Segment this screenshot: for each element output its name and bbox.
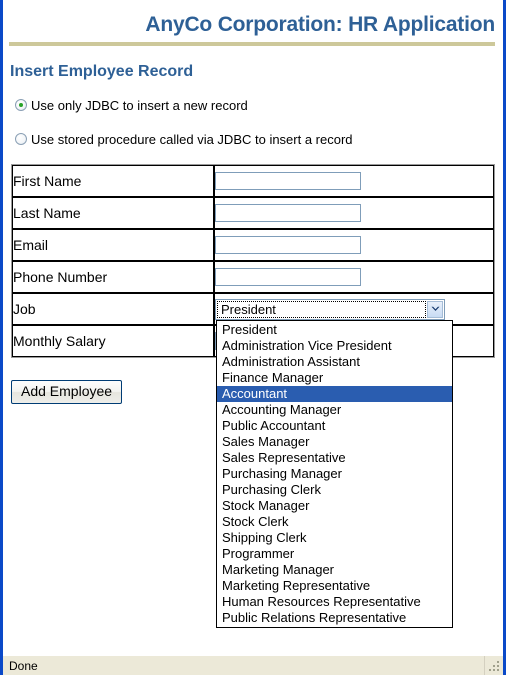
table-row: Last Name — [12, 197, 494, 229]
page-viewport: AnyCo Corporation: HR Application Insert… — [3, 3, 503, 655]
job-option[interactable]: Purchasing Manager — [217, 466, 452, 482]
field-cell-phone-number — [214, 261, 494, 293]
job-option[interactable]: Administration Assistant — [217, 354, 452, 370]
phone-number-input[interactable] — [215, 268, 361, 286]
field-label-last-name: Last Name — [12, 197, 214, 229]
table-row: Phone Number — [12, 261, 494, 293]
radio-label-jdbc-only: Use only JDBC to insert a new record — [31, 97, 248, 113]
table-row: Job President President Administration Vi… — [12, 293, 494, 628]
job-option[interactable]: Public Relations Representative — [217, 610, 452, 626]
radio-option-stored-procedure[interactable]: Use stored procedure called via JDBC to … — [15, 130, 503, 148]
window-frame-left — [0, 0, 3, 675]
status-message: Done — [3, 656, 485, 675]
field-label-monthly-salary: Monthly Salary — [12, 325, 214, 357]
job-option[interactable]: Stock Manager — [217, 498, 452, 514]
radio-icon-selected[interactable] — [15, 99, 27, 111]
job-option[interactable]: Stock Clerk — [217, 514, 452, 530]
radio-icon-unselected[interactable] — [15, 133, 27, 145]
field-label-first-name: First Name — [12, 165, 214, 197]
field-cell-email — [214, 229, 494, 261]
radio-option-jdbc-only[interactable]: Use only JDBC to insert a new record — [15, 96, 503, 114]
browser-status-bar: Done — [3, 655, 503, 675]
field-cell-first-name — [214, 165, 494, 197]
job-option[interactable]: Administration Vice President — [217, 338, 452, 354]
table-row: Email — [12, 229, 494, 261]
resize-grip-icon[interactable] — [485, 656, 503, 675]
page-title: AnyCo Corporation: HR Application — [145, 13, 495, 36]
job-select-value: President — [217, 300, 426, 318]
employee-form-table: First Name Last Name Email Phone Number — [11, 164, 495, 628]
job-select[interactable]: President — [215, 298, 445, 320]
field-cell-job: President President Administration Vice P… — [214, 293, 494, 628]
job-option[interactable]: Marketing Representative — [217, 578, 452, 594]
job-option[interactable]: Accountant — [217, 385, 452, 402]
field-cell-last-name — [214, 197, 494, 229]
job-option[interactable]: Accounting Manager — [217, 402, 452, 418]
job-option[interactable]: Sales Manager — [217, 434, 452, 450]
email-input[interactable] — [215, 236, 361, 254]
job-select-wrapper: President President Administration Vice P… — [215, 298, 453, 628]
job-option[interactable]: Public Accountant — [217, 418, 452, 434]
job-option[interactable]: Purchasing Clerk — [217, 482, 452, 498]
add-employee-button[interactable]: Add Employee — [11, 380, 123, 404]
chevron-down-icon[interactable] — [427, 300, 443, 318]
job-option[interactable]: Shipping Clerk — [217, 530, 452, 546]
window-frame-top — [0, 0, 506, 3]
radio-label-stored-procedure: Use stored procedure called via JDBC to … — [31, 131, 353, 147]
insert-method-radio-group: Use only JDBC to insert a new record Use… — [3, 81, 503, 148]
first-name-input[interactable] — [215, 172, 361, 190]
table-row: First Name — [12, 165, 494, 197]
field-label-job: Job — [12, 293, 214, 325]
job-option[interactable]: Programmer — [217, 546, 452, 562]
job-option[interactable]: Human Resources Representative — [217, 594, 452, 610]
field-label-phone-number: Phone Number — [12, 261, 214, 293]
job-option[interactable]: Marketing Manager — [217, 562, 452, 578]
field-label-email: Email — [12, 229, 214, 261]
job-option[interactable]: Finance Manager — [217, 370, 452, 386]
job-select-dropdown-list[interactable]: President Administration Vice President Ad… — [216, 319, 453, 628]
job-option[interactable]: President — [217, 322, 452, 338]
last-name-input[interactable] — [215, 204, 361, 222]
section-heading: Insert Employee Record — [10, 63, 194, 80]
job-option[interactable]: Sales Representative — [217, 450, 452, 466]
